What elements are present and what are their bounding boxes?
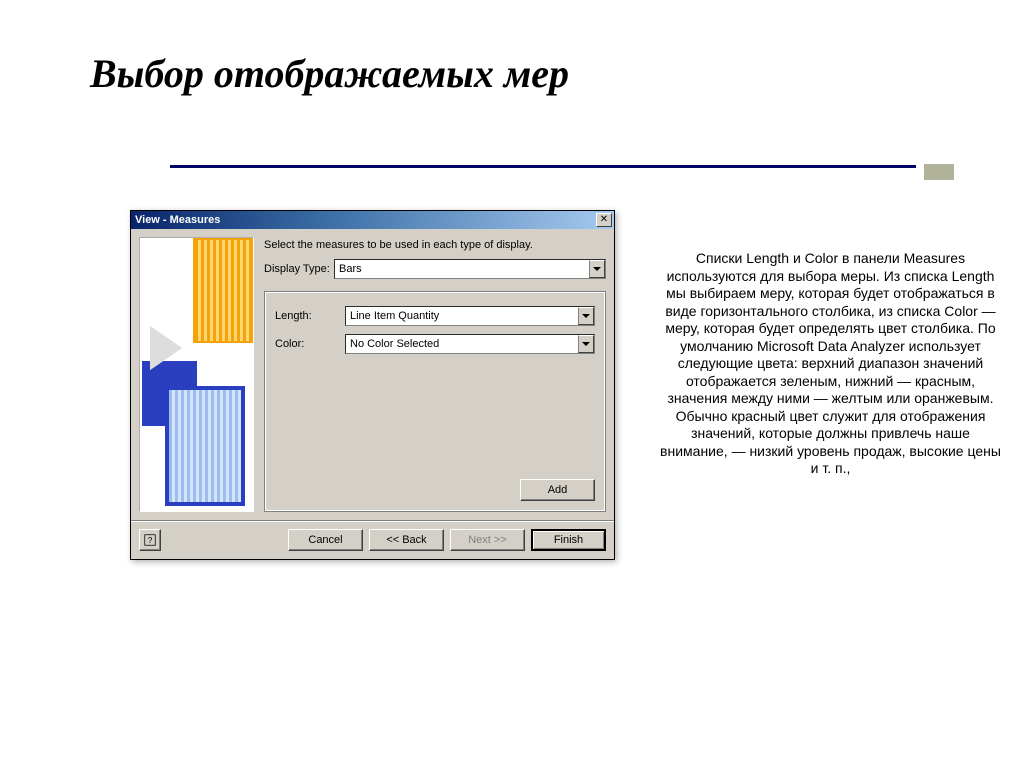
dialog-titlebar: View - Measures ✕ [131,211,614,229]
close-icon: ✕ [600,214,608,225]
length-combo[interactable] [345,306,595,326]
dialog-body: Select the measures to be used in each t… [131,229,614,520]
chevron-down-icon[interactable] [578,335,594,353]
finish-button[interactable]: Finish [531,529,606,551]
svg-text:?: ? [148,536,153,545]
add-button[interactable]: Add [520,479,595,501]
display-type-row: Display Type: [264,259,606,279]
display-type-value[interactable] [335,260,589,278]
color-row: Color: [275,334,595,354]
description-text: Списки Length и Color в панели Measures … [658,250,1003,478]
next-button[interactable]: Next >> [450,529,525,551]
display-type-combo[interactable] [334,259,606,279]
color-combo[interactable] [345,334,595,354]
help-icon: ? [144,534,156,546]
display-type-label: Display Type: [264,263,334,275]
dialog-title: View - Measures [133,214,220,226]
wizard-graphic [139,237,254,512]
chevron-down-icon[interactable] [589,260,605,278]
dialog-right-pane: Select the measures to be used in each t… [264,237,606,512]
slide-decoration-line [170,165,916,168]
back-button[interactable]: << Back [369,529,444,551]
close-button[interactable]: ✕ [596,213,612,227]
color-label: Color: [275,338,345,350]
chevron-down-icon[interactable] [578,307,594,325]
slide-decoration-square [924,164,954,180]
help-button[interactable]: ? [139,529,161,551]
view-measures-dialog: View - Measures ✕ Select the measures to… [130,210,615,560]
length-value[interactable] [346,307,578,325]
cancel-button[interactable]: Cancel [288,529,363,551]
length-label: Length: [275,310,345,322]
dialog-footer: ? Cancel << Back Next >> Finish [131,520,614,559]
dialog-instruction: Select the measures to be used in each t… [264,237,606,259]
slide-title: Выбор отображаемых мер [90,50,569,97]
measures-group: Length: Color: Add [264,291,606,512]
color-value[interactable] [346,335,578,353]
length-row: Length: [275,306,595,326]
